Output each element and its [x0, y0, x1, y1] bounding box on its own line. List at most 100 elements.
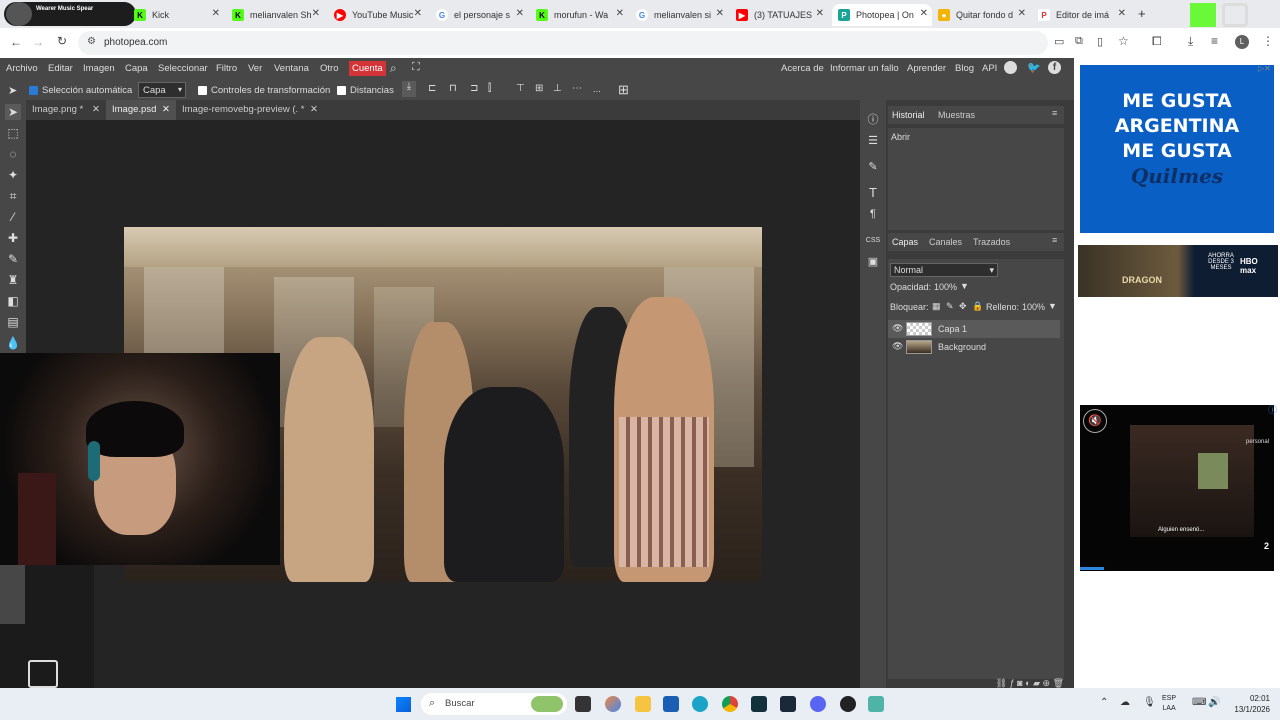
distribute-h-icon[interactable]: ⋯: [572, 83, 582, 94]
menu-capa[interactable]: Capa: [125, 63, 148, 74]
blend-mode-dropdown[interactable]: Normal ▾: [890, 263, 998, 277]
forward-icon[interactable]: →: [32, 35, 44, 49]
profile-avatar[interactable]: Wearer Music Spear: [4, 2, 136, 26]
layer-mask-icon[interactable]: ◙: [1017, 678, 1022, 688]
profile-icon[interactable]: L: [1235, 35, 1249, 49]
layer-row-capa-1[interactable]: 👁 Capa 1: [888, 320, 1060, 338]
doc-tab-image-png[interactable]: Image.png * ✕: [26, 100, 104, 120]
visibility-eye-icon[interactable]: 👁: [892, 341, 904, 351]
close-icon[interactable]: ✕: [312, 8, 320, 19]
account-button[interactable]: Cuenta: [349, 61, 386, 76]
close-icon[interactable]: ✕: [92, 104, 100, 115]
close-icon[interactable]: ✕: [920, 8, 928, 19]
menu-seleccionar[interactable]: Seleccionar: [158, 63, 208, 74]
tab-image-editor[interactable]: P Editor de imá ✕: [1038, 4, 1130, 26]
edge-icon[interactable]: [692, 696, 708, 712]
fill-arrow-icon[interactable]: ▼: [1048, 301, 1057, 311]
tab-capas[interactable]: Capas: [892, 237, 918, 247]
hbo-max-ad[interactable]: DRAGON AHORRA DESDE 3 MESES HBO max: [1078, 245, 1278, 297]
twitter-icon[interactable]: 🐦: [1027, 61, 1041, 74]
lang-indicator[interactable]: ESP LAA: [1162, 694, 1176, 714]
info-icon[interactable]: ⓘ: [865, 112, 881, 128]
tab-remove-bg[interactable]: ● Quitar fondo d ✕: [938, 4, 1030, 26]
crop-tool-icon[interactable]: ⌗: [5, 188, 21, 204]
obs-icon[interactable]: [840, 696, 856, 712]
tab-trazados[interactable]: Trazados: [973, 237, 1010, 247]
lock-pixels-icon[interactable]: ✎: [946, 301, 954, 312]
link-aprender[interactable]: Aprender: [907, 63, 946, 74]
ad-close-icon[interactable]: ▷✕: [1258, 64, 1271, 73]
distances-checkbox[interactable]: Distancias: [337, 85, 394, 96]
close-icon[interactable]: ✕: [212, 8, 220, 19]
link-acerca-de[interactable]: Acerca de: [781, 63, 824, 74]
reddit-icon[interactable]: [1004, 61, 1017, 74]
site-info-icon[interactable]: ⚙: [87, 36, 96, 47]
fill-value[interactable]: 100%: [1022, 302, 1045, 312]
align-bottom-icon[interactable]: ⊥: [553, 83, 562, 94]
healing-tool-icon[interactable]: ✚: [5, 230, 21, 246]
grid-icon[interactable]: ⊞: [618, 82, 629, 98]
link-informar-fallo[interactable]: Informar un fallo: [830, 63, 899, 74]
tab-photopea[interactable]: P Photopea | On ✕: [832, 4, 932, 26]
discord-icon[interactable]: [810, 696, 826, 712]
adjustments-icon[interactable]: ☰: [865, 133, 881, 149]
volume-icon[interactable]: 🔊: [1208, 697, 1220, 708]
tab-morufun[interactable]: Kmorufun - Wa ✕: [536, 4, 628, 26]
distribute-icon[interactable]: ⫿: [488, 83, 491, 94]
media-icon[interactable]: ≡: [1211, 34, 1218, 48]
opacity-arrow-icon[interactable]: ▼: [960, 281, 969, 291]
close-icon[interactable]: ✕: [516, 8, 524, 19]
video-ad[interactable]: 🔇 personal Alguien ensenó... 2: [1080, 405, 1274, 571]
new-tab-button[interactable]: +: [1138, 6, 1146, 21]
move-tool-icon[interactable]: ➤: [5, 104, 21, 120]
chrome-icon[interactable]: [722, 696, 738, 712]
close-icon[interactable]: ✕: [616, 8, 624, 19]
lock-position-icon[interactable]: ✥: [959, 301, 967, 312]
opacity-value[interactable]: 100%: [934, 282, 957, 292]
menu-editar[interactable]: Editar: [48, 63, 73, 74]
new-layer-icon[interactable]: ⊕: [1043, 678, 1051, 688]
menu-ver[interactable]: Ver: [248, 63, 262, 74]
stamp-tool-icon[interactable]: ♜: [5, 272, 21, 288]
image-icon[interactable]: ▣: [865, 254, 881, 270]
store-icon[interactable]: [663, 696, 679, 712]
mic-icon[interactable]: 🎙: [1143, 697, 1156, 708]
tab-google-1[interactable]: Gel personaje s ✕: [436, 4, 528, 26]
panel-menu-icon[interactable]: ≡: [1052, 108, 1057, 118]
align-center-icon[interactable]: ⊓: [449, 83, 457, 94]
eraser-tool-icon[interactable]: ◧: [5, 293, 21, 309]
tab-canales[interactable]: Canales: [929, 237, 962, 247]
close-icon[interactable]: ✕: [414, 8, 422, 19]
history-item[interactable]: Abrir: [891, 132, 910, 142]
taskbar-clock[interactable]: 02:01 13/1/2026: [1222, 693, 1270, 715]
bookmark-star-icon[interactable]: ☆: [1118, 34, 1129, 48]
tray-chevron-icon[interactable]: ⌃: [1100, 697, 1108, 708]
cast-icon[interactable]: ⧉: [1075, 35, 1083, 48]
link-blog[interactable]: Blog: [955, 63, 974, 74]
brush-settings-icon[interactable]: ✎: [865, 159, 881, 175]
menu-otro[interactable]: Otro: [320, 63, 338, 74]
link-layers-icon[interactable]: ⛓: [996, 678, 1007, 688]
file-explorer-icon[interactable]: [635, 696, 651, 712]
brush-tool-icon[interactable]: ✎: [5, 251, 21, 267]
browser-menu-icon[interactable]: ⋮: [1262, 34, 1274, 48]
url-field[interactable]: ⚙ photopea.com: [78, 31, 1048, 55]
quilmes-ad[interactable]: ME GUSTA ARGENTINA ME GUSTA Quilmes: [1080, 65, 1274, 233]
downloads-icon[interactable]: ⤓: [1188, 34, 1193, 49]
blur-tool-icon[interactable]: 💧: [5, 335, 21, 351]
transform-controls-checkbox[interactable]: Controles de transformación: [198, 85, 330, 96]
close-icon[interactable]: ✕: [716, 8, 724, 19]
magic-wand-tool-icon[interactable]: ✦: [5, 167, 21, 183]
layer-select-dropdown[interactable]: Capa ▾: [138, 82, 186, 98]
onedrive-icon[interactable]: ☁: [1120, 697, 1130, 708]
tab-melianvalen-1[interactable]: Kmelianvalen Sh ✕: [232, 4, 324, 26]
adjustment-layer-icon[interactable]: ◐: [1025, 678, 1030, 688]
character-icon[interactable]: T: [865, 185, 881, 201]
reload-icon[interactable]: ↻: [57, 34, 67, 48]
close-icon[interactable]: ✕: [310, 104, 318, 115]
mute-icon[interactable]: 🔇: [1083, 409, 1107, 433]
league-icon[interactable]: [751, 696, 767, 712]
visibility-eye-icon[interactable]: 👁: [892, 323, 904, 333]
align-middle-icon[interactable]: ⊞: [535, 83, 543, 94]
delete-layer-icon[interactable]: 🗑: [1053, 678, 1064, 688]
